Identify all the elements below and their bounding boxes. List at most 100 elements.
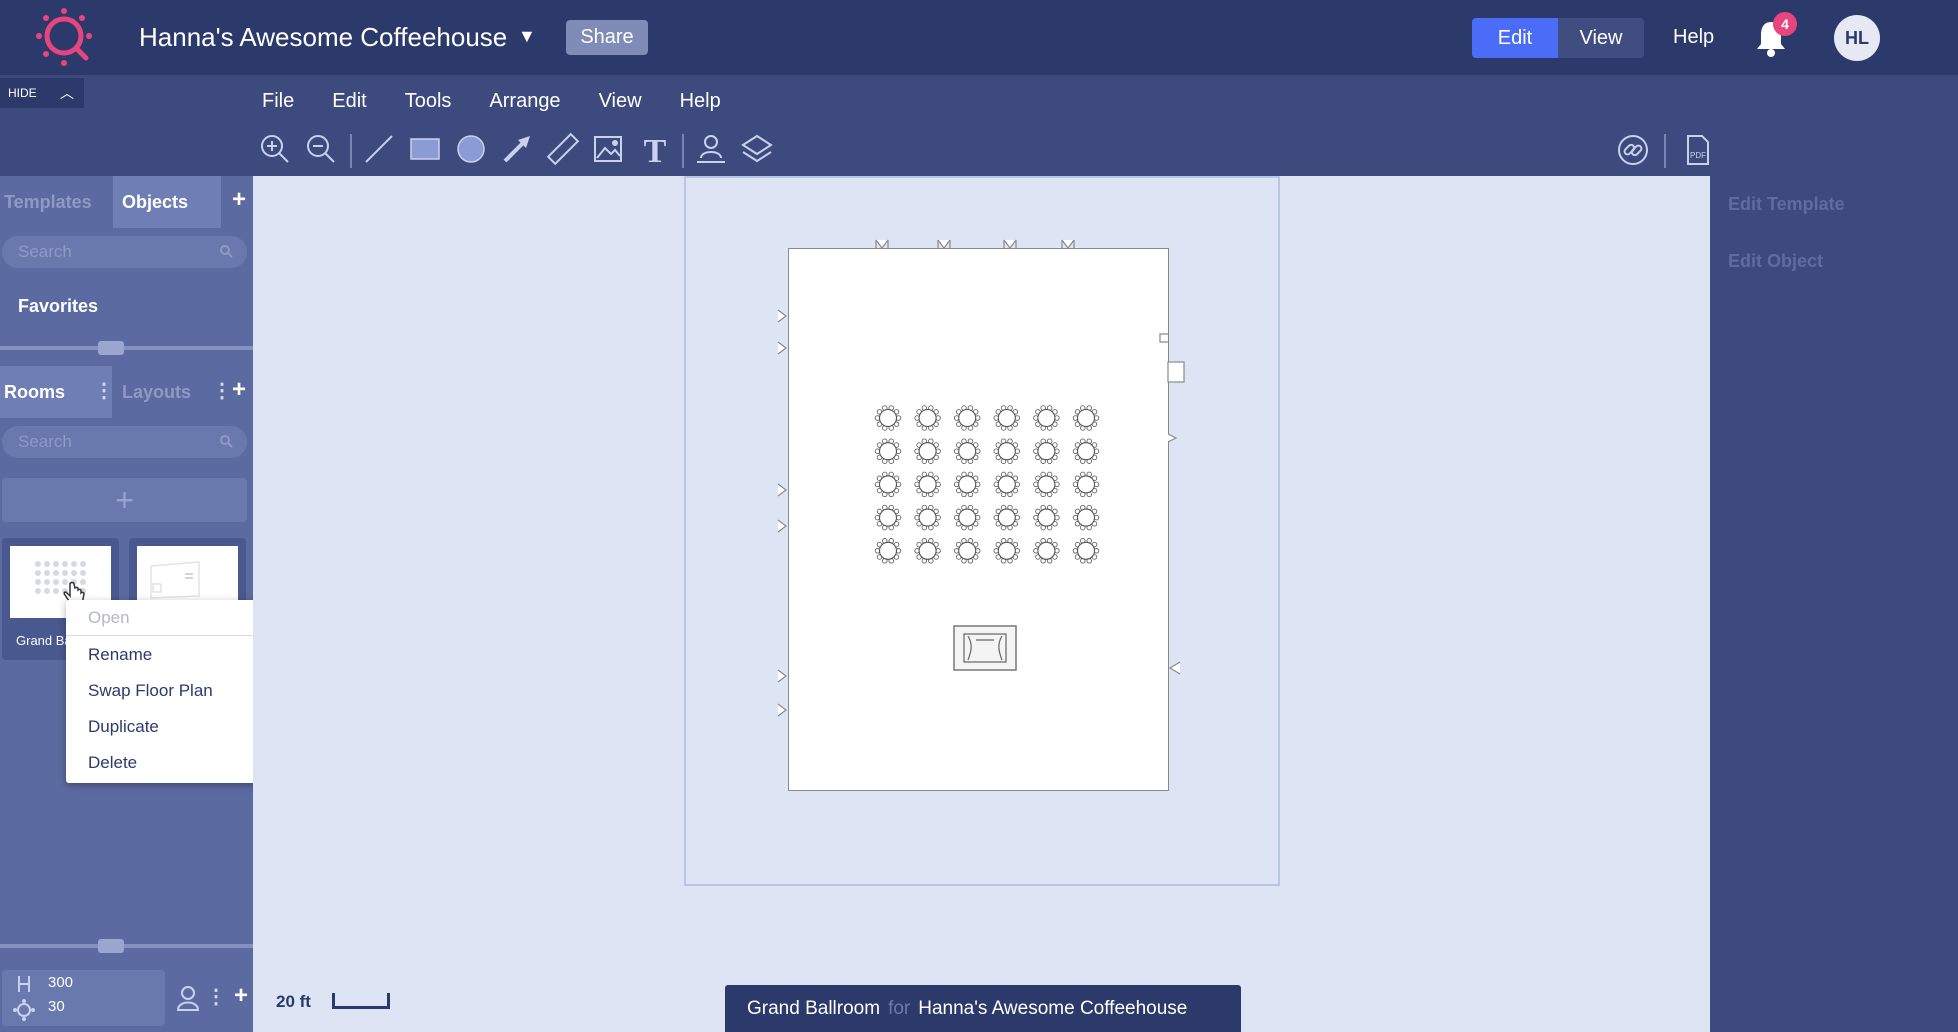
circle-icon[interactable] bbox=[454, 132, 488, 166]
project-title[interactable]: Hanna's Awesome Coffeehouse bbox=[139, 22, 507, 53]
round-table[interactable] bbox=[1072, 471, 1100, 498]
share-button[interactable]: Share bbox=[566, 20, 648, 55]
round-table[interactable] bbox=[953, 438, 981, 464]
round-table[interactable] bbox=[993, 438, 1021, 464]
link-icon[interactable] bbox=[1616, 133, 1650, 167]
context-swap-floor-plan[interactable]: Swap Floor Plan bbox=[88, 681, 213, 701]
table-top bbox=[997, 408, 1016, 428]
round-table[interactable] bbox=[1033, 438, 1060, 464]
round-table[interactable] bbox=[874, 471, 902, 498]
menu-file[interactable]: File bbox=[262, 90, 294, 113]
user-icon[interactable] bbox=[176, 984, 204, 1012]
table-top bbox=[1076, 475, 1096, 494]
line-icon[interactable] bbox=[362, 132, 396, 166]
round-table[interactable] bbox=[953, 405, 981, 431]
user-menu-icon[interactable]: ⋮ bbox=[206, 984, 226, 1009]
round-table[interactable] bbox=[993, 538, 1021, 564]
layouts-menu-icon[interactable]: ⋮ bbox=[212, 378, 232, 403]
menu-view[interactable]: View bbox=[599, 90, 642, 113]
round-table[interactable] bbox=[874, 438, 902, 464]
menu-tools[interactable]: Tools bbox=[405, 90, 452, 113]
room-card-label: Grand Ba bbox=[16, 633, 72, 648]
notification-badge: 4 bbox=[1773, 12, 1797, 36]
round-table[interactable] bbox=[993, 405, 1021, 431]
context-duplicate[interactable]: Duplicate bbox=[88, 717, 159, 737]
rooms-menu-icon[interactable]: ⋮ bbox=[94, 378, 114, 403]
add-user-icon[interactable]: + bbox=[234, 982, 248, 1010]
favorites-heading: Favorites bbox=[18, 296, 99, 316]
hide-sidebar-button[interactable]: HIDE ︿ bbox=[0, 78, 84, 108]
round-table[interactable] bbox=[953, 538, 981, 564]
add-room-icon[interactable]: + bbox=[232, 376, 246, 404]
zoom-in-icon[interactable] bbox=[258, 132, 292, 166]
splitter-handle[interactable] bbox=[98, 939, 124, 953]
round-table[interactable] bbox=[1072, 538, 1100, 564]
help-link[interactable]: Help bbox=[1673, 26, 1714, 49]
objects-search-input[interactable]: Search bbox=[2, 236, 247, 268]
splitter-handle[interactable] bbox=[98, 341, 124, 355]
arrow-icon[interactable] bbox=[500, 132, 534, 166]
footer-for: for bbox=[888, 998, 911, 1019]
top-bar: Hanna's Awesome Coffeehouse ▼ Share Edit… bbox=[0, 0, 1958, 75]
tab-objects[interactable]: Objects bbox=[113, 176, 221, 228]
round-table[interactable] bbox=[1033, 471, 1060, 498]
search-placeholder: Search bbox=[18, 242, 72, 261]
context-rename[interactable]: Rename bbox=[88, 645, 152, 665]
table-top bbox=[997, 475, 1016, 494]
round-table[interactable] bbox=[914, 504, 941, 531]
text-icon[interactable]: T bbox=[638, 132, 672, 170]
image-icon[interactable] bbox=[592, 132, 626, 166]
tab-templates[interactable]: Templates bbox=[4, 176, 112, 228]
round-table[interactable] bbox=[993, 504, 1021, 531]
round-table[interactable] bbox=[993, 471, 1021, 498]
table-top bbox=[918, 442, 937, 461]
rooms-search-input[interactable]: Search bbox=[2, 426, 247, 458]
avatar[interactable]: HL bbox=[1834, 15, 1880, 61]
table-top bbox=[1037, 541, 1056, 560]
pdf-icon[interactable]: PDF bbox=[1680, 133, 1714, 167]
chevron-down-icon[interactable]: ▼ bbox=[518, 26, 536, 47]
round-table[interactable] bbox=[1033, 405, 1060, 431]
round-table[interactable] bbox=[1072, 405, 1100, 431]
person-pin-icon[interactable] bbox=[694, 132, 728, 166]
table-top bbox=[958, 475, 977, 494]
menu-arrange[interactable]: Arrange bbox=[489, 90, 560, 113]
ruler-icon[interactable] bbox=[546, 132, 580, 166]
app-logo-icon[interactable] bbox=[36, 8, 96, 68]
menu-bar: File Edit Tools Arrange View Help bbox=[262, 90, 759, 113]
round-table[interactable] bbox=[874, 538, 902, 564]
layers-icon[interactable] bbox=[740, 132, 774, 166]
add-object-icon[interactable]: + bbox=[232, 186, 246, 214]
round-table[interactable] bbox=[1072, 438, 1100, 464]
room-footer: Grand Ballroom for Hanna's Awesome Coffeeh… bbox=[725, 985, 1241, 1032]
zoom-out-icon[interactable] bbox=[304, 132, 338, 166]
menu-edit[interactable]: Edit bbox=[332, 90, 366, 113]
round-table[interactable] bbox=[874, 504, 902, 531]
round-table[interactable] bbox=[914, 471, 941, 498]
round-table[interactable] bbox=[1033, 504, 1060, 531]
edit-mode-button[interactable]: Edit bbox=[1472, 18, 1558, 58]
context-delete[interactable]: Delete bbox=[88, 753, 137, 773]
round-table[interactable] bbox=[953, 504, 981, 531]
toolbar-divider bbox=[350, 134, 352, 168]
table-top bbox=[958, 541, 977, 560]
object-tabs: Templates Objects + bbox=[0, 176, 253, 228]
rectangle-icon[interactable] bbox=[408, 132, 442, 166]
round-table[interactable] bbox=[953, 471, 981, 498]
panel-splitter[interactable] bbox=[0, 346, 253, 350]
round-table[interactable] bbox=[914, 438, 941, 464]
view-mode-button[interactable]: View bbox=[1558, 18, 1644, 58]
round-table[interactable] bbox=[914, 538, 941, 564]
edit-template-link[interactable]: Edit Template bbox=[1728, 194, 1845, 215]
round-table[interactable] bbox=[914, 405, 941, 431]
table-top bbox=[1037, 508, 1056, 527]
menu-help[interactable]: Help bbox=[680, 90, 721, 113]
panel-splitter[interactable] bbox=[0, 944, 253, 948]
add-room-button[interactable]: + bbox=[2, 478, 247, 522]
tab-layouts[interactable]: Layouts bbox=[122, 366, 202, 418]
round-table[interactable] bbox=[1072, 504, 1100, 531]
table-top bbox=[878, 408, 898, 428]
round-table[interactable] bbox=[1033, 538, 1060, 564]
edit-object-link[interactable]: Edit Object bbox=[1728, 251, 1823, 272]
round-table[interactable] bbox=[874, 405, 902, 431]
